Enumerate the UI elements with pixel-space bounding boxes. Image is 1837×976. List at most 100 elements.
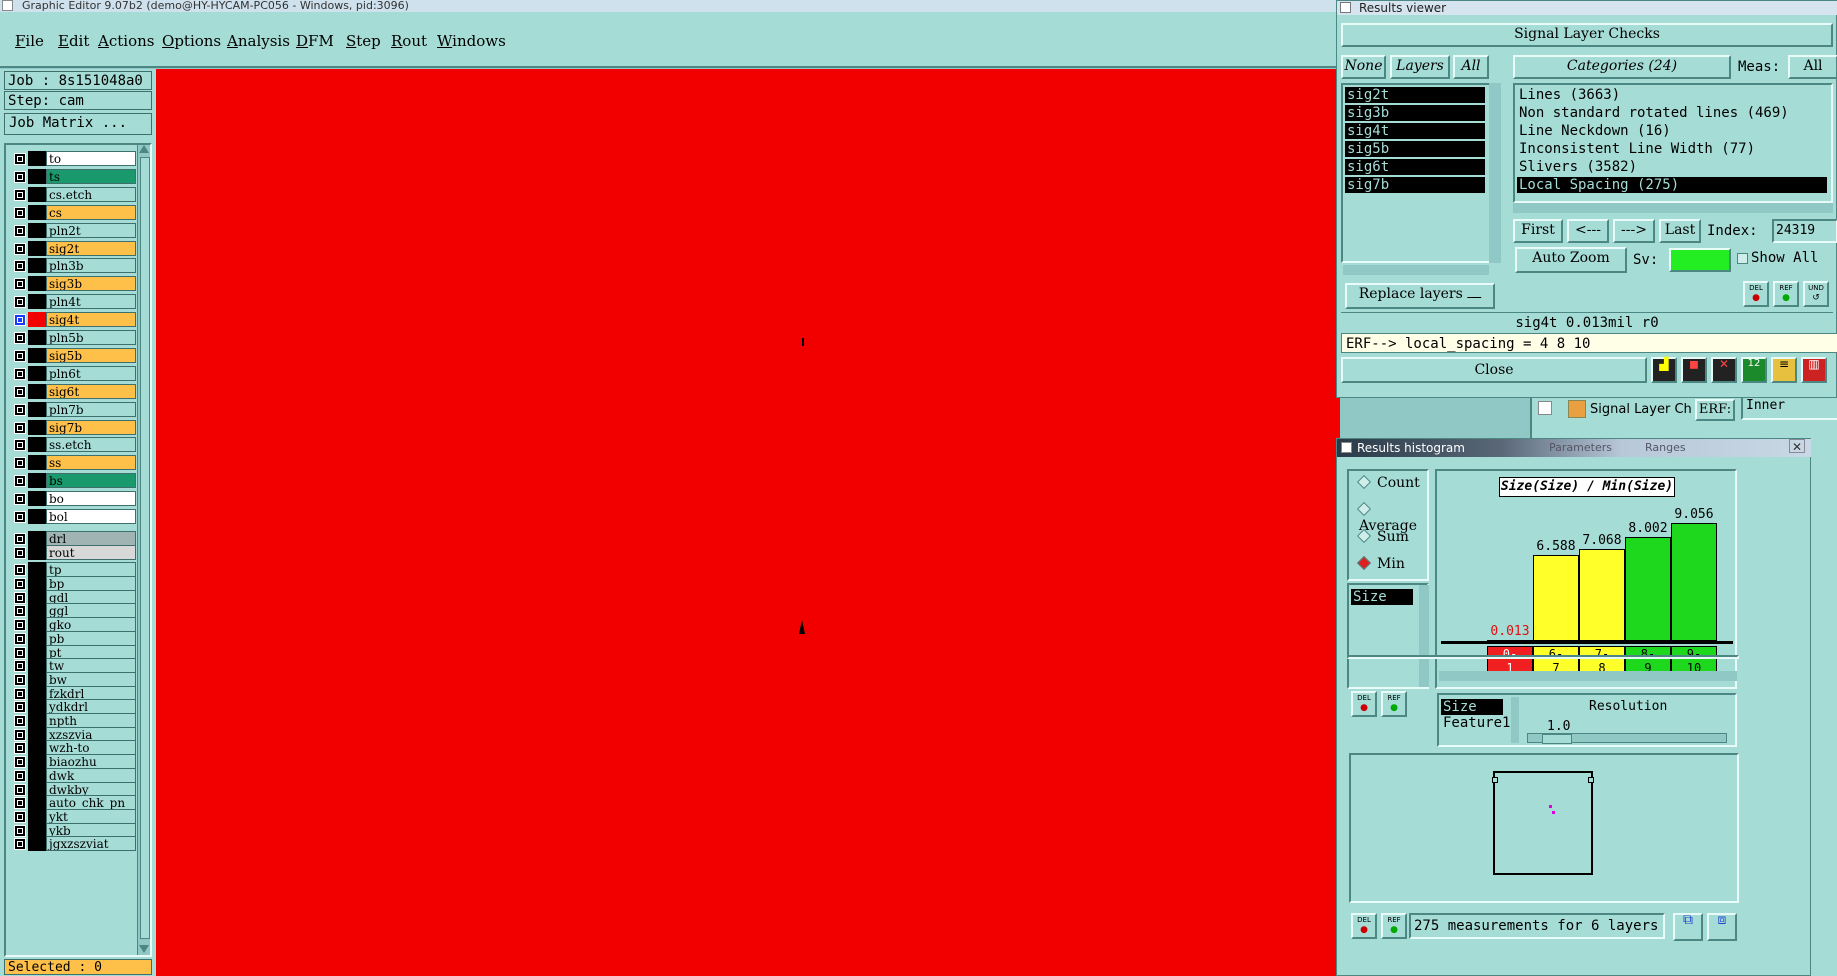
layer-row-pln5b[interactable]: pln5b	[14, 330, 136, 346]
layer-checkbox[interactable]	[14, 769, 26, 782]
layer-row-sig7b[interactable]: sig7b	[14, 419, 136, 436]
layer-list-scrollbar[interactable]	[137, 145, 150, 955]
layer-checkbox[interactable]	[14, 687, 26, 700]
show-all-checkbox[interactable]	[1737, 253, 1748, 264]
measure-list-scrollbar[interactable]	[1419, 585, 1429, 687]
meas-dropdown[interactable]: All	[1788, 55, 1837, 79]
index-field[interactable]: 24319	[1772, 219, 1837, 243]
histogram-bar[interactable]	[1625, 536, 1671, 641]
category-item[interactable]: Slivers (3582)	[1517, 159, 1827, 175]
measure-size-item[interactable]: Size	[1351, 589, 1413, 605]
histogram-bar[interactable]	[1533, 555, 1579, 641]
menu-dfm[interactable]: DFM	[296, 32, 334, 50]
graphic-canvas[interactable]	[156, 69, 1340, 976]
layer-row-sig4t[interactable]: sig4t	[14, 312, 136, 328]
next-button[interactable]: --->	[1613, 219, 1655, 243]
layer-results-scrollbar[interactable]	[1489, 83, 1501, 263]
histogram-bar[interactable]	[1579, 549, 1625, 641]
layer-checkbox[interactable]	[14, 728, 26, 741]
layer-checkbox[interactable]	[14, 385, 26, 398]
layer-checkbox[interactable]	[14, 367, 26, 380]
first-button[interactable]: First	[1513, 219, 1563, 243]
layer-name[interactable]: bo	[46, 491, 136, 507]
category-item[interactable]: Local Spacing (275)	[1517, 177, 1827, 193]
layer-row-pln4t[interactable]: pln4t	[14, 294, 136, 310]
layer-name[interactable]: pln6t	[46, 365, 136, 381]
result-layer-item[interactable]: sig3b	[1345, 105, 1485, 121]
layer-row-ss.etch[interactable]: ss.etch	[14, 437, 136, 453]
result-layer-item[interactable]: sig6t	[1345, 159, 1485, 175]
layer-name[interactable]: cs	[46, 204, 136, 220]
layer-name[interactable]: pln2t	[46, 222, 136, 238]
result-layer-item[interactable]: sig5b	[1345, 141, 1485, 157]
layer-checkbox[interactable]	[14, 660, 26, 673]
result-layer-item[interactable]: sig7b	[1345, 177, 1485, 193]
layer-checkbox[interactable]	[14, 646, 26, 659]
layers-button[interactable]: Layers	[1390, 55, 1450, 79]
layer-name[interactable]: ts	[46, 168, 136, 184]
mode-radio-min[interactable]: Min	[1356, 555, 1405, 572]
layer-checkbox[interactable]	[14, 546, 26, 559]
layer-checkbox[interactable]	[14, 278, 26, 291]
layer-checkbox[interactable]	[14, 511, 26, 523]
layer-name[interactable]: bs	[46, 473, 136, 489]
layer-checkbox[interactable]	[14, 756, 26, 769]
sv-color-dropdown[interactable]	[1669, 248, 1731, 272]
layer-name[interactable]: jgxzszviat	[46, 836, 136, 852]
result-layer-item[interactable]: sig4t	[1345, 123, 1485, 139]
layer-checkbox[interactable]	[14, 439, 26, 452]
none-button[interactable]: None	[1341, 55, 1386, 79]
layer-row-sig3b[interactable]: sig3b	[14, 276, 136, 292]
layer-row-pln7b[interactable]: pln7b	[14, 401, 136, 418]
layer-checkbox[interactable]	[14, 632, 26, 645]
replace-layers-button[interactable]: Replace layers ⎼	[1345, 283, 1495, 309]
layer-name[interactable]: pln7b	[46, 401, 136, 417]
axis-size-item[interactable]: Size	[1441, 699, 1503, 715]
resolution-slider-thumb[interactable]	[1542, 734, 1572, 744]
mark-icon[interactable]: ▟	[1651, 357, 1677, 383]
prev-button[interactable]: <---	[1567, 219, 1609, 243]
menu-edit[interactable]: Edit	[58, 32, 89, 50]
layer-name[interactable]: ss.etch	[46, 437, 136, 453]
axis-feature-item[interactable]: Feature1	[1441, 715, 1510, 731]
ranges-tab[interactable]: Ranges	[1645, 441, 1686, 454]
job-matrix-button[interactable]: Job Matrix ...	[4, 113, 152, 135]
layer-checkbox[interactable]	[14, 260, 26, 273]
category-item[interactable]: Line Neckdown (16)	[1517, 123, 1827, 139]
layer-name[interactable]: sig2t	[46, 240, 136, 256]
layer-checkbox[interactable]	[14, 838, 26, 851]
close-icon[interactable]: ✕	[1789, 439, 1805, 454]
menu-rout[interactable]: Rout	[391, 32, 427, 50]
layer-row-sig6t[interactable]: sig6t	[14, 383, 136, 400]
layer-checkbox[interactable]	[14, 224, 26, 237]
layer-row-ts[interactable]: ts	[14, 168, 136, 185]
layer-checkbox[interactable]	[14, 564, 26, 577]
result-layer-item[interactable]: sig2t	[1345, 87, 1485, 103]
layer-name[interactable]: sig6t	[46, 383, 136, 399]
highlight-icon[interactable]: ◼	[1681, 357, 1707, 383]
report-icon[interactable]: ≡	[1771, 357, 1797, 383]
layer-checkbox[interactable]	[14, 742, 26, 755]
layer-checkbox[interactable]	[14, 242, 26, 255]
layer-checkbox[interactable]	[14, 578, 26, 590]
ref-button[interactable]: REF ●	[1773, 281, 1799, 307]
layer-checkbox[interactable]	[14, 421, 26, 434]
footer-del-button[interactable]: DEL ●	[1351, 913, 1377, 939]
layer-name[interactable]: bol	[46, 509, 136, 524]
auto-zoom-dropdown[interactable]: Auto Zoom	[1515, 247, 1627, 273]
zoom-out-icon[interactable]: ⧈	[1707, 913, 1737, 941]
layer-row-pln6t[interactable]: pln6t	[14, 365, 136, 382]
layer-name[interactable]: rout	[46, 544, 136, 560]
layer-checkbox[interactable]	[14, 188, 26, 201]
layer-checkbox[interactable]	[14, 493, 26, 506]
layer-results-hscrollbar[interactable]	[1343, 265, 1489, 275]
layer-row-rout[interactable]: rout	[14, 544, 136, 561]
menu-actions[interactable]: Actions	[98, 32, 154, 50]
layer-name[interactable]: sig7b	[46, 419, 136, 435]
erf-field[interactable]: Inner	[1741, 396, 1837, 420]
layer-name[interactable]: pln5b	[46, 330, 136, 345]
layer-row-bo[interactable]: bo	[14, 491, 136, 507]
resolution-slider[interactable]	[1527, 733, 1727, 744]
del-button[interactable]: DEL ●	[1743, 281, 1769, 307]
layer-checkbox[interactable]	[14, 170, 26, 183]
